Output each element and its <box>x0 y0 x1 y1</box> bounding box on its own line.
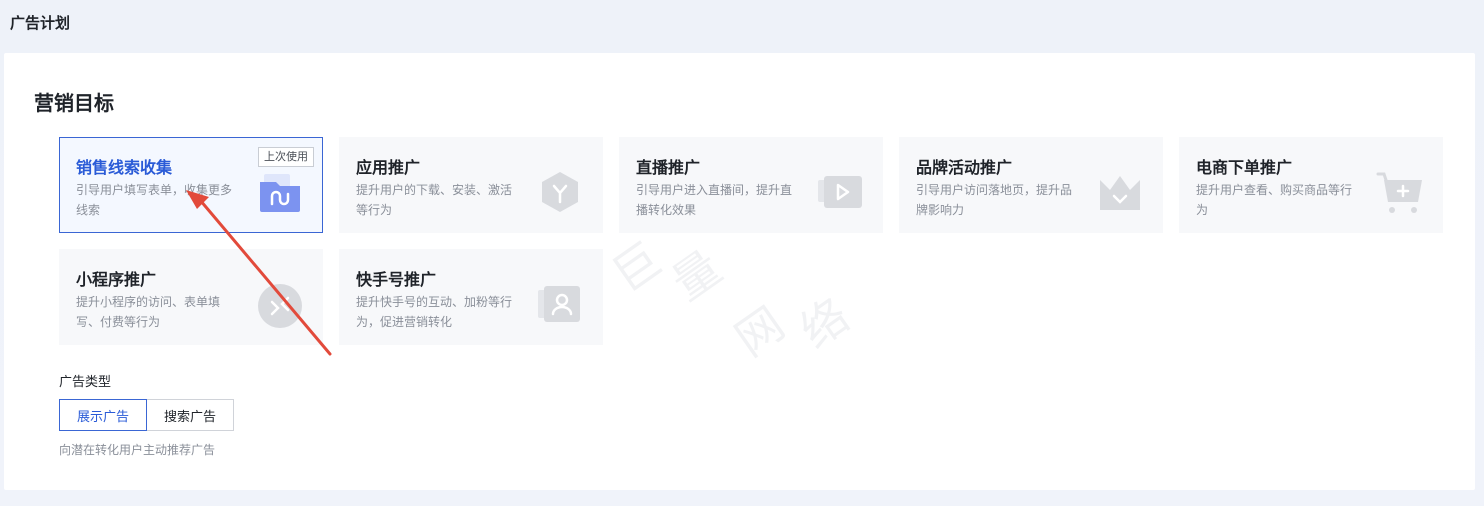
card-live-promotion[interactable]: 直播推广 引导用户进入直播间，提升直播转化效果 <box>619 137 883 233</box>
last-used-badge: 上次使用 <box>258 147 314 167</box>
card-title: 电商下单推广 <box>1196 158 1293 177</box>
card-desc: 引导用户访问落地页，提升品牌影响力 <box>916 183 1073 217</box>
mini-program-icon <box>256 280 304 328</box>
card-desc: 引导用户填写表单，收集更多线索 <box>76 183 233 217</box>
card-desc: 提升用户查看、购买商品等行为 <box>1196 183 1353 217</box>
page-title: 广告计划 <box>10 14 71 32</box>
card-title: 品牌活动推广 <box>916 158 1013 177</box>
card-ecommerce-order[interactable]: 电商下单推广 提升用户查看、购买商品等行为 <box>1179 137 1443 233</box>
user-icon <box>536 280 584 328</box>
card-desc: 提升用户的下载、安装、激活等行为 <box>356 183 513 217</box>
live-icon <box>816 168 864 216</box>
cart-icon <box>1376 168 1424 216</box>
card-title: 应用推广 <box>356 158 421 177</box>
search-ad-option[interactable]: 搜索广告 <box>146 399 234 431</box>
card-sales-leads[interactable]: 销售线索收集 引导用户填写表单，收集更多线索 上次使用 <box>59 137 323 233</box>
ad-type-label: 广告类型 <box>59 375 112 390</box>
card-desc: 提升快手号的互动、加粉等行为，促进营销转化 <box>356 295 513 329</box>
display-ad-option[interactable]: 展示广告 <box>59 399 147 431</box>
card-title: 直播推广 <box>636 158 701 177</box>
card-desc: 提升小程序的访问、表单填写、付费等行为 <box>76 295 221 329</box>
ad-type-hint: 向潜在转化用户主动推荐广告 <box>59 443 216 457</box>
card-title: 销售线索收集 <box>76 158 173 177</box>
card-title: 小程序推广 <box>76 270 157 289</box>
card-title: 快手号推广 <box>356 270 437 289</box>
section-title: 营销目标 <box>34 91 114 115</box>
card-brand-activity[interactable]: 品牌活动推广 引导用户访问落地页，提升品牌影响力 <box>899 137 1163 233</box>
card-mini-program[interactable]: 小程序推广 提升小程序的访问、表单填写、付费等行为 <box>59 249 323 345</box>
app-icon <box>536 168 584 216</box>
card-app-promotion[interactable]: 应用推广 提升用户的下载、安装、激活等行为 <box>339 137 603 233</box>
marketing-panel: 营销目标 销售线索收集 引导用户填写表单，收集更多线索 上次使用 应用推广 提升… <box>4 53 1475 490</box>
crown-icon <box>1096 168 1144 216</box>
card-kuaishou-account[interactable]: 快手号推广 提升快手号的互动、加粉等行为，促进营销转化 <box>339 249 603 345</box>
card-desc: 引导用户进入直播间，提升直播转化效果 <box>636 183 793 217</box>
folder-icon <box>256 168 304 216</box>
